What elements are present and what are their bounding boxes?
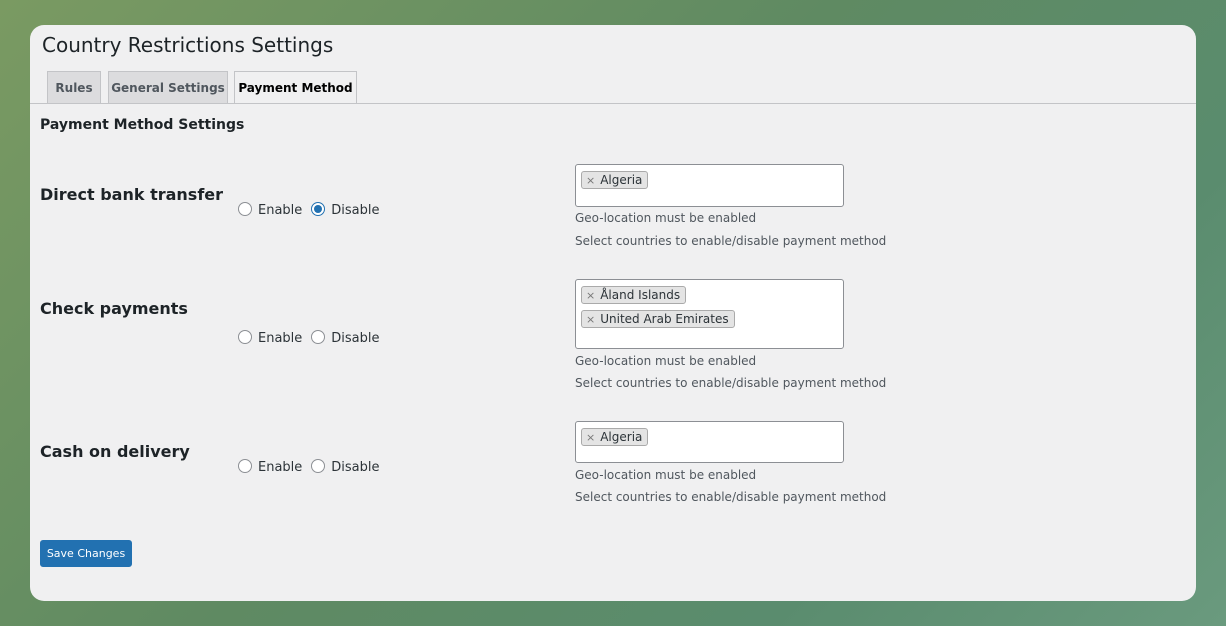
enable-radio-label[interactable]: Enable xyxy=(258,460,302,475)
geo-note: Geo-location must be enabled xyxy=(575,468,757,482)
disable-radio[interactable] xyxy=(311,459,326,473)
disable-radio[interactable] xyxy=(311,202,326,216)
radio-group-cash-on-delivery: Enable Disable xyxy=(238,457,389,475)
geo-note: Geo-location must be enabled xyxy=(575,211,757,225)
chip-remove-icon[interactable]: × xyxy=(586,313,595,326)
help-text: Select countries to enable/disable payme… xyxy=(575,234,887,248)
enable-radio-label[interactable]: Enable xyxy=(258,331,302,346)
method-label-cash-on-delivery: Cash on delivery xyxy=(40,442,190,461)
tab-rules[interactable]: Rules xyxy=(47,71,101,103)
tab-general-settings[interactable]: General Settings xyxy=(108,71,228,103)
geo-note: Geo-location must be enabled xyxy=(575,354,757,368)
chip-label: Åland Islands xyxy=(600,288,681,302)
chip-remove-icon[interactable]: × xyxy=(586,431,595,444)
help-text: Select countries to enable/disable payme… xyxy=(575,490,887,504)
disable-radio-label[interactable]: Disable xyxy=(331,460,379,475)
enable-radio[interactable] xyxy=(238,459,252,473)
disable-radio-label[interactable]: Disable xyxy=(331,203,379,218)
disable-radio-label[interactable]: Disable xyxy=(331,331,379,346)
section-heading: Payment Method Settings xyxy=(40,117,245,133)
enable-radio[interactable] xyxy=(238,330,252,344)
page-title: Country Restrictions Settings xyxy=(42,33,334,57)
country-select-check-payments[interactable]: × Åland Islands × United Arab Emirates xyxy=(575,279,844,349)
country-chip: × Algeria xyxy=(581,171,649,189)
country-chip: × Åland Islands xyxy=(581,286,687,304)
country-chip: × Algeria xyxy=(581,428,649,446)
country-chip: × United Arab Emirates xyxy=(581,310,735,328)
tabs-divider xyxy=(30,103,1196,104)
tab-payment-method[interactable]: Payment Method xyxy=(234,71,357,104)
tab-label: General Settings xyxy=(111,80,225,95)
enable-radio-label[interactable]: Enable xyxy=(258,203,302,218)
country-select-cash-on-delivery[interactable]: × Algeria xyxy=(575,421,844,463)
tab-label: Rules xyxy=(55,80,93,95)
settings-window: Country Restrictions Settings Rules Gene… xyxy=(30,25,1196,601)
disable-radio[interactable] xyxy=(311,330,326,344)
chip-label: United Arab Emirates xyxy=(600,312,729,326)
country-select-direct-bank-transfer[interactable]: × Algeria xyxy=(575,164,844,207)
help-text: Select countries to enable/disable payme… xyxy=(575,376,887,390)
chip-label: Algeria xyxy=(600,430,643,444)
chip-remove-icon[interactable]: × xyxy=(586,289,595,302)
enable-radio[interactable] xyxy=(238,202,252,216)
chip-label: Algeria xyxy=(600,173,643,187)
method-label-check-payments: Check payments xyxy=(40,299,188,318)
radio-group-check-payments: Enable Disable xyxy=(238,328,389,346)
chip-remove-icon[interactable]: × xyxy=(586,174,595,187)
radio-group-direct-bank-transfer: Enable Disable xyxy=(238,200,389,218)
tab-label: Payment Method xyxy=(238,81,353,95)
save-changes-button[interactable]: Save Changes xyxy=(40,540,132,567)
method-label-direct-bank-transfer: Direct bank transfer xyxy=(40,185,224,204)
